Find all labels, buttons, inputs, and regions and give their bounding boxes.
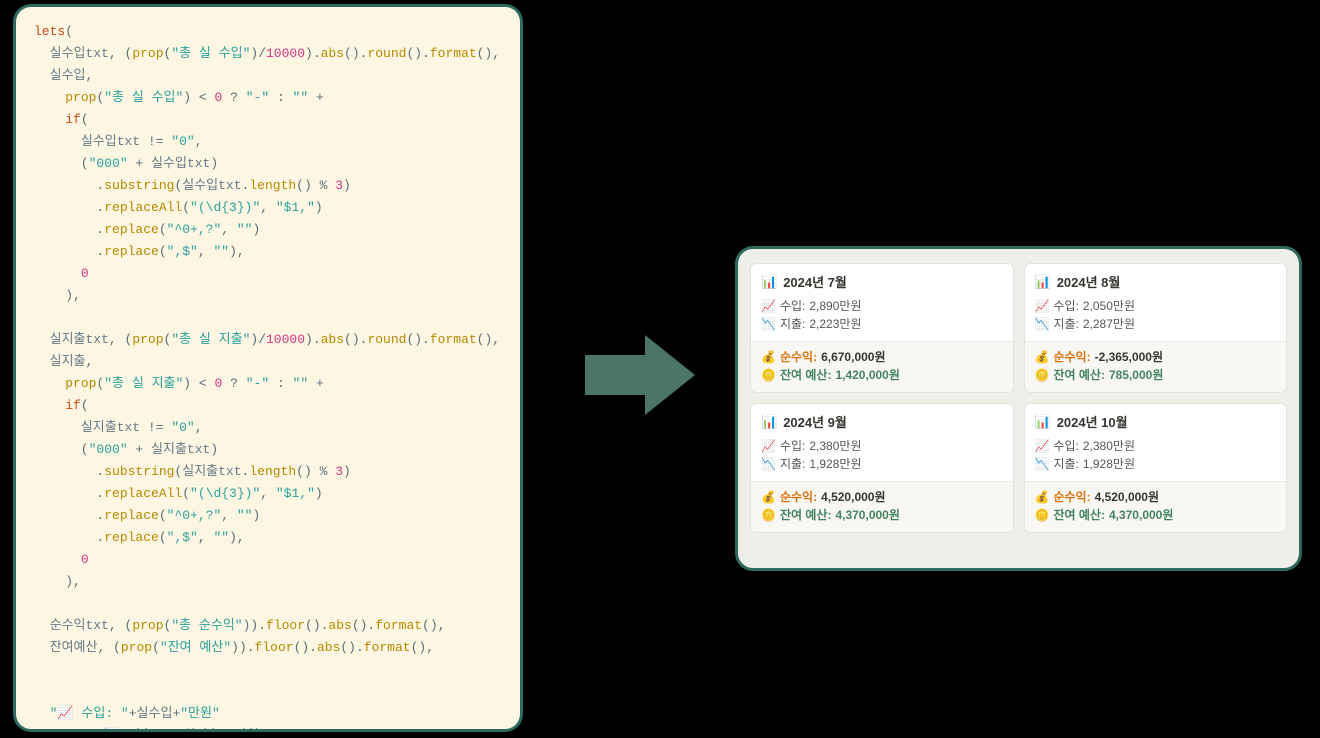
coin-icon: 🪙 <box>761 366 776 384</box>
chart-up-icon: 📈 <box>761 437 776 455</box>
coin-icon: 🪙 <box>761 506 776 524</box>
bar-chart-icon: 📊 <box>1035 414 1051 430</box>
card-2024-10[interactable]: 📊 2024년 10월 📈수입: 2,380만원 📉지출: 1,928만원 💰순… <box>1024 403 1288 533</box>
card-2024-09[interactable]: 📊 2024년 9월 📈수입: 2,380만원 📉지출: 1,928만원 💰순수… <box>750 403 1014 533</box>
formula-code: lets( 실수입txt, (prop("총 실 수입")/10000).abs… <box>34 21 502 732</box>
chart-up-icon: 📈 <box>1035 297 1050 315</box>
bar-chart-icon: 📊 <box>761 414 777 430</box>
bar-chart-icon: 📊 <box>761 274 777 290</box>
code-panel: lets( 실수입txt, (prop("총 실 수입")/10000).abs… <box>13 4 523 732</box>
card-title: 2024년 10월 <box>1057 412 1128 431</box>
chart-up-icon: 📈 <box>761 297 776 315</box>
money-bag-icon: 💰 <box>761 488 776 506</box>
card-2024-07[interactable]: 📊 2024년 7월 📈수입: 2,890만원 📉지출: 2,223만원 💰순수… <box>750 263 1014 393</box>
money-bag-icon: 💰 <box>1035 488 1050 506</box>
card-2024-08[interactable]: 📊 2024년 8월 📈수입: 2,050만원 📉지출: 2,287만원 💰순수… <box>1024 263 1288 393</box>
chart-down-icon: 📉 <box>1035 315 1050 333</box>
chart-up-icon: 📈 <box>1035 437 1050 455</box>
money-bag-icon: 💰 <box>761 348 776 366</box>
chart-down-icon: 📉 <box>761 315 776 333</box>
coin-icon: 🪙 <box>1035 366 1050 384</box>
coin-icon: 🪙 <box>1035 506 1050 524</box>
card-title: 2024년 7월 <box>783 272 847 291</box>
cards-grid: 📊 2024년 7월 📈수입: 2,890만원 📉지출: 2,223만원 💰순수… <box>750 263 1287 533</box>
chart-down-icon: 📉 <box>1035 455 1050 473</box>
arrow-icon <box>575 325 705 425</box>
card-title: 2024년 8월 <box>1057 272 1121 291</box>
bar-chart-icon: 📊 <box>1035 274 1051 290</box>
money-bag-icon: 💰 <box>1035 348 1050 366</box>
chart-down-icon: 📉 <box>761 455 776 473</box>
card-title: 2024년 9월 <box>783 412 847 431</box>
result-panel: 📊 2024년 7월 📈수입: 2,890만원 📉지출: 2,223만원 💰순수… <box>735 246 1302 571</box>
